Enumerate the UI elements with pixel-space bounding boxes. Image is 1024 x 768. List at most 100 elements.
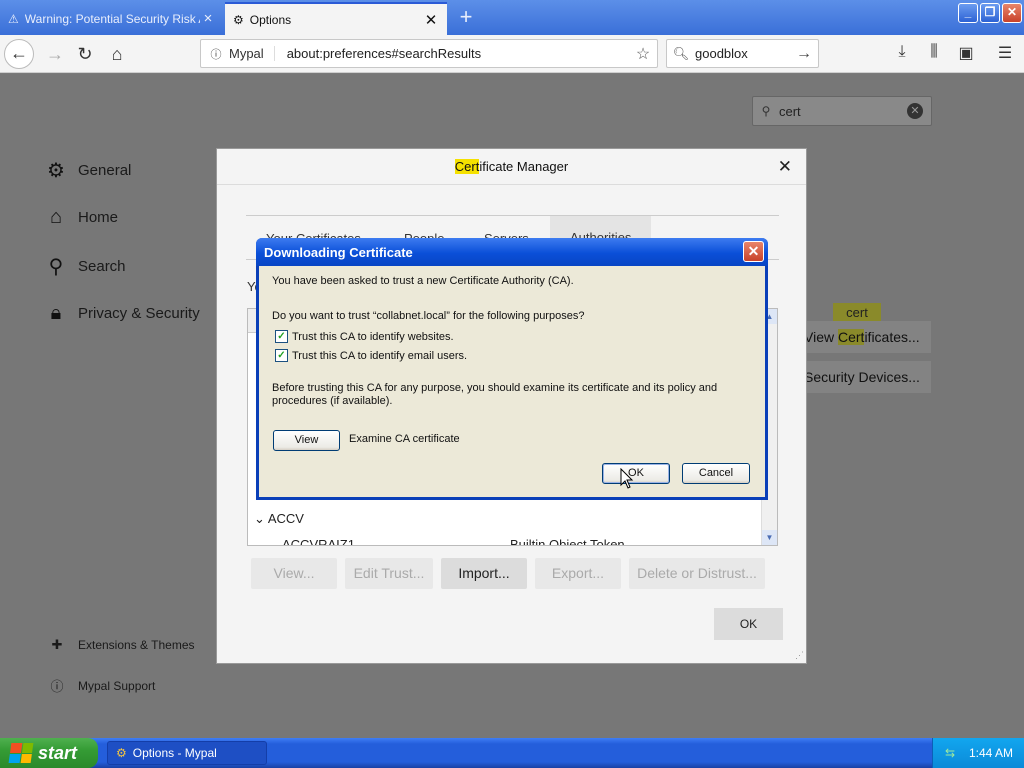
clock: 1:44 AM (969, 746, 1014, 760)
search-icon: 🔍︎ (672, 45, 690, 61)
button-text: ificates... (864, 329, 920, 345)
search-highlight: Cert (837, 329, 865, 345)
tab-strip: ⚠ Warning: Potential Security Risk Ahead… (0, 0, 1024, 35)
window-controls: _ ❐ ✕ (958, 3, 1022, 23)
search-input[interactable]: goodblox (695, 46, 790, 61)
system-tray: ⇆ 1:44 AM (932, 738, 1024, 768)
checkbox-label: Trust this CA to identify websites. (292, 330, 454, 343)
search-icon: ⚲ (48, 256, 64, 278)
resize-grip[interactable]: ⋰ (795, 650, 804, 661)
menu-icon[interactable]: ☰ (993, 43, 1017, 65)
view-certificates-button[interactable]: View Certificates... (800, 321, 931, 353)
category-general[interactable]: ⚙ General (44, 158, 131, 183)
category-privacy-security[interactable]: 🔒︎ Privacy & Security (44, 302, 200, 325)
extensions-themes-link[interactable]: ✚ Extensions & Themes (48, 637, 195, 653)
question-text: Do you want to trust “collabnet.local” f… (272, 310, 585, 322)
tree-cert-row[interactable]: ACCVRAIZ1 (282, 537, 355, 545)
downloads-icon[interactable]: ⤓ (890, 43, 914, 65)
task-label: Options - Mypal (132, 746, 217, 760)
home-button[interactable]: ⌂ (102, 39, 132, 69)
help-icon: ⓘ (50, 679, 64, 694)
new-tab-button[interactable]: + (452, 4, 480, 32)
edit-trust-button[interactable]: Edit Trust... (345, 558, 433, 589)
reload-button[interactable]: ↻ (70, 39, 100, 69)
sidebar-icon[interactable]: ▣ (954, 43, 978, 65)
downloading-certificate-dialog: Downloading Certificate ✕ You have been … (256, 238, 768, 500)
checkmark-icon[interactable]: ✓ (275, 330, 288, 343)
search-go-icon[interactable]: → (790, 45, 818, 63)
back-button[interactable]: ← (4, 39, 34, 69)
tab-options[interactable]: ⚙ Options ✕ (225, 2, 447, 35)
preferences-search[interactable]: ⚲ cert ✕ (752, 96, 932, 126)
tab-label: Options (249, 12, 292, 27)
search-highlight: Cert (454, 159, 480, 174)
close-tab-icon[interactable]: × (200, 10, 216, 27)
close-tab-icon[interactable]: ✕ (423, 11, 439, 29)
dialog-titlebar: Downloading Certificate ✕ (256, 238, 768, 266)
title-text: ificate Manager (479, 159, 569, 174)
link-label: Mypal Support (78, 678, 156, 693)
security-devices-button[interactable]: Security Devices... (800, 361, 931, 393)
info-icon[interactable]: ⓘ (205, 46, 227, 62)
chevron-down-icon: ⌄ (254, 511, 265, 526)
bookmark-star-icon[interactable]: ☆ (629, 44, 657, 64)
ok-button[interactable]: OK (602, 463, 670, 484)
dialog-title: Downloading Certificate (264, 245, 413, 260)
close-icon[interactable]: ✕ (743, 241, 764, 262)
network-icon[interactable]: ⇆ (941, 746, 959, 760)
restore-button[interactable]: ❐ (980, 3, 1000, 23)
minimize-button[interactable]: _ (958, 3, 978, 23)
checkbox-label: Trust this CA to identify email users. (292, 349, 468, 362)
view-ca-button[interactable]: View (273, 430, 340, 451)
start-label: start (38, 742, 78, 763)
category-label: Home (78, 209, 119, 226)
examine-label: Examine CA certificate (349, 433, 460, 445)
import-button[interactable]: Import... (441, 558, 527, 589)
tree-group-row[interactable]: ⌄ ACCV (254, 511, 304, 527)
scroll-down-icon[interactable]: ▼ (762, 530, 777, 545)
intro-text: You have been asked to trust a new Certi… (272, 275, 574, 287)
checkmark-icon[interactable]: ✓ (275, 349, 288, 362)
cert-manager-ok-button[interactable]: OK (714, 608, 783, 640)
search-match-tooltip: cert (833, 303, 881, 323)
gear-icon: ⚙ (47, 160, 65, 182)
library-icon[interactable]: ⫼ (922, 43, 946, 65)
advice-text: Before trusting this CA for any purpose,… (272, 382, 718, 407)
forward-button[interactable]: → (40, 39, 70, 69)
category-home[interactable]: ⌂ Home (44, 206, 118, 229)
tab-label: Warning: Potential Security Risk Ahead (24, 11, 200, 26)
mouse-cursor-icon (620, 468, 634, 489)
group-label: ACCV (267, 511, 304, 526)
export-button[interactable]: Export... (535, 558, 621, 589)
cancel-button[interactable]: Cancel (682, 463, 750, 484)
dialog-titlebar: Certificate Manager ✕ (217, 149, 806, 185)
url-text[interactable]: about:preferences#searchResults (275, 46, 629, 61)
search-bar[interactable]: 🔍︎ goodblox → (666, 39, 819, 68)
close-window-button[interactable]: ✕ (1002, 3, 1022, 23)
close-icon[interactable]: ✕ (778, 157, 792, 177)
url-bar[interactable]: ⓘ Mypal about:preferences#searchResults … (200, 39, 658, 68)
start-button[interactable]: start (0, 738, 98, 768)
navigation-toolbar: ← → ↻ ⌂ ⓘ Mypal about:preferences#search… (0, 35, 1024, 73)
puzzle-icon: ✚ (51, 637, 63, 652)
category-search[interactable]: ⚲ Search (44, 254, 126, 279)
delete-distrust-button[interactable]: Delete or Distrust... (629, 558, 765, 589)
taskbar-item-mypal[interactable]: ⚙ Options - Mypal (107, 741, 267, 765)
search-icon: ⚲ (761, 104, 771, 118)
category-label: Search (78, 258, 126, 275)
support-link[interactable]: ⓘ Mypal Support (48, 676, 155, 695)
preferences-search-input[interactable]: cert (779, 104, 907, 119)
button-text: View (804, 329, 838, 345)
gear-icon: ⚙ (233, 12, 244, 27)
windows-taskbar: start ⚙ Options - Mypal ⇆ 1:44 AM (0, 738, 1024, 768)
identity-label: Mypal (227, 46, 275, 61)
windows-logo-icon (8, 743, 34, 763)
tab-security-warning[interactable]: ⚠ Warning: Potential Security Risk Ahead… (0, 2, 224, 35)
trust-websites-checkbox[interactable]: ✓ Trust this CA to identify websites. (275, 330, 454, 343)
gear-icon: ⚙ (116, 746, 127, 760)
category-label: Privacy & Security (78, 305, 200, 322)
category-label: General (78, 162, 132, 179)
clear-search-icon[interactable]: ✕ (907, 103, 923, 119)
trust-email-checkbox[interactable]: ✓ Trust this CA to identify email users. (275, 349, 467, 362)
view-cert-button[interactable]: View... (251, 558, 337, 589)
